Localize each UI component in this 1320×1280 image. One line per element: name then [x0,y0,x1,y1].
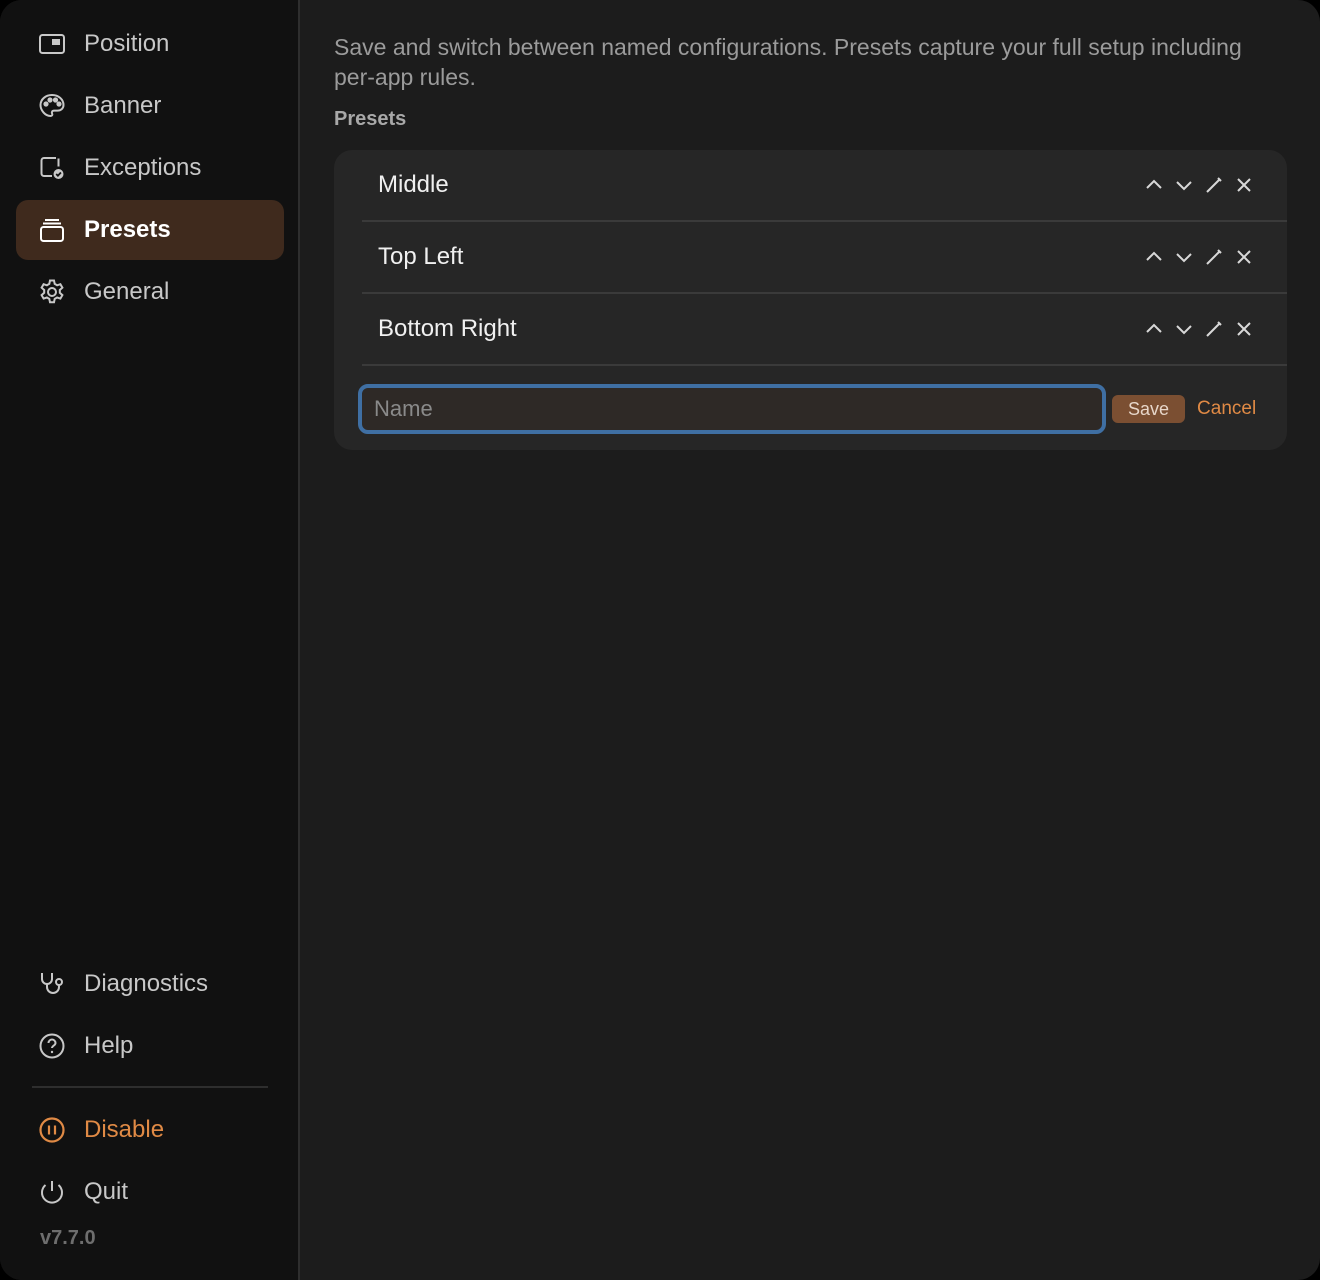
pause-circle-icon [38,1116,66,1144]
version-label: v7.7.0 [40,1227,96,1249]
sidebar-item-label: Position [84,30,170,57]
gear-icon [38,278,66,306]
sidebar-item-label: Help [84,1032,134,1059]
preset-name-input[interactable] [358,384,1106,434]
preset-name: Bottom Right [378,315,517,342]
sidebar-bottom-nav: Diagnostics Help Disable Quit [16,954,284,1224]
preset-name: Middle [378,171,449,198]
sidebar-item-banner[interactable]: Banner [16,76,284,136]
sidebar-item-label: General [84,278,170,305]
move-down-icon[interactable] [1169,314,1199,344]
stack-icon [38,216,66,244]
move-down-icon[interactable] [1169,242,1199,272]
sidebar-item-label: Banner [84,92,162,119]
sidebar-item-disable[interactable]: Disable [16,1100,284,1160]
presets-card: Middle Top Left Bottom Right Name Save C… [334,150,1287,450]
sidebar-item-diagnostics[interactable]: Diagnostics [16,954,284,1014]
sidebar-divider [32,1086,268,1088]
sidebar-item-label: Disable [84,1116,165,1143]
palette-icon [38,92,66,120]
page-description: Save and switch between named configurat… [334,34,1242,90]
sidebar-item-exceptions[interactable]: Exceptions [16,138,284,198]
sidebar-item-quit[interactable]: Quit [16,1162,284,1222]
sidebar-item-label: Diagnostics [84,970,209,997]
edit-icon[interactable] [1199,170,1229,200]
preset-row[interactable]: Top Left [362,222,1287,294]
delete-icon[interactable] [1229,242,1259,272]
save-button[interactable]: Save [1112,395,1186,423]
exception-check-icon [38,154,66,182]
sidebar-item-position[interactable]: Position [16,14,284,74]
new-preset-form: Save Cancel [358,384,1259,434]
sidebar-item-general[interactable]: General [16,262,284,322]
window-position-icon [38,30,66,58]
sidebar: Position Banner Exceptions Presets Gener… [0,0,300,1280]
move-down-icon[interactable] [1169,170,1199,200]
preset-actions [1139,294,1259,364]
settings-window: Position Banner Exceptions Presets Gener… [0,0,1320,1280]
preset-name: Top Left [378,243,464,270]
sidebar-item-label: Exceptions [84,154,202,181]
cancel-button[interactable]: Cancel [1197,398,1256,420]
preset-actions [1139,222,1259,292]
power-icon [38,1178,66,1206]
move-up-icon[interactable] [1139,314,1169,344]
sidebar-item-presets[interactable]: Presets [16,200,284,260]
sidebar-nav: Position Banner Exceptions Presets Gener… [16,14,284,324]
preset-row[interactable]: Bottom Right [362,294,1287,366]
sidebar-item-help[interactable]: Help [16,1016,284,1076]
stethoscope-icon [38,970,66,998]
main-content: Save and switch between named configurat… [300,0,1320,1280]
edit-icon[interactable] [1199,314,1229,344]
section-label: Presets [334,108,407,130]
delete-icon[interactable] [1229,314,1259,344]
move-up-icon[interactable] [1139,242,1169,272]
preset-row[interactable]: Middle [362,150,1287,222]
sidebar-item-label: Presets [84,216,171,243]
help-circle-icon [38,1032,66,1060]
sidebar-item-label: Quit [84,1178,129,1205]
delete-icon[interactable] [1229,170,1259,200]
preset-actions [1139,150,1259,220]
move-up-icon[interactable] [1139,170,1169,200]
edit-icon[interactable] [1199,242,1229,272]
